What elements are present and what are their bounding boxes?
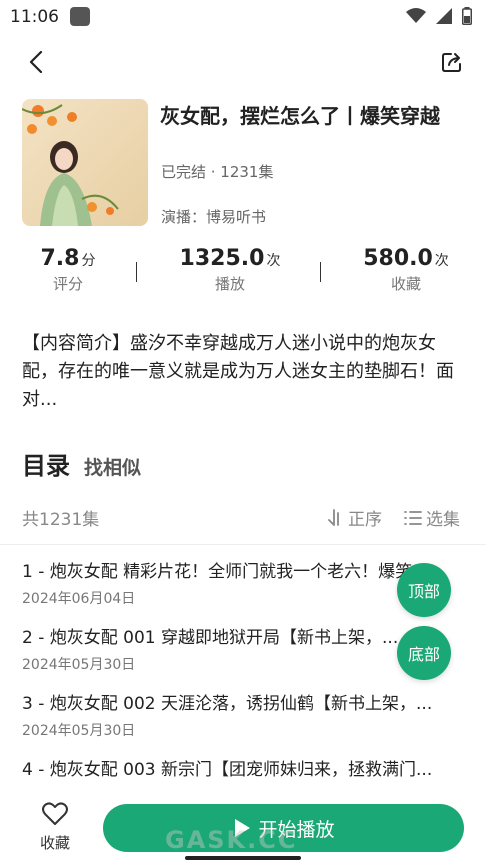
tab-similar[interactable]: 找相似 (84, 453, 141, 480)
book-cover-image (22, 99, 148, 226)
episode-title: 2 - 炮灰女配 001 穿越即地狱开局【新书上架，... (22, 628, 399, 648)
scroll-top-button[interactable]: 顶部 (397, 563, 451, 617)
episode-date: 2024年05月30日 (22, 723, 136, 739)
episode-item[interactable]: 3 - 炮灰女配 002 天涯沦落，诱拐仙鹤【新书上架，... 2024年05月… (22, 692, 466, 758)
episode-title: 4 - 炮灰女配 003 新宗门【团宠师妹归来，拯救满门... (22, 760, 433, 780)
top-bar (0, 40, 486, 84)
book-stats: 7.8 分 评分 1325.0 次 播放 580.0 次 收藏 (0, 246, 486, 298)
tab-catalog[interactable]: 目录 (22, 446, 70, 481)
back-button[interactable] (20, 46, 52, 78)
list-icon (404, 510, 422, 525)
status-bar: 11:06 (0, 0, 486, 34)
chevron-left-icon (29, 51, 43, 73)
wifi-icon (406, 8, 426, 23)
stat-favorites-unit: 次 (434, 253, 449, 269)
stat-rating-unit: 分 (81, 253, 96, 269)
select-episodes-button[interactable]: 选集 (404, 505, 460, 530)
episode-title: 1 - 炮灰女配 精彩片花！全师门就我一个老六！爆笑... (22, 562, 429, 582)
select-label: 选集 (426, 510, 460, 530)
stat-plays-value: 1325.0 (179, 246, 265, 271)
gesture-nav-bar[interactable] (185, 856, 301, 860)
sort-label: 正序 (348, 510, 382, 530)
episode-count: 共1231集 (22, 510, 100, 530)
episode-list-header: 共1231集 正序 选集 (22, 505, 466, 531)
stat-plays-unit: 次 (266, 253, 281, 269)
watermark: GASK.CC (165, 826, 298, 854)
stat-plays-label: 播放 (214, 275, 245, 293)
share-button[interactable] (436, 46, 468, 78)
battery-icon (462, 7, 472, 25)
notification-app-icon (70, 7, 90, 26)
catalog-tabs: 目录 找相似 (22, 446, 141, 482)
stat-divider (320, 262, 321, 282)
scroll-bottom-button[interactable]: 底部 (397, 626, 451, 680)
signal-icon (436, 8, 452, 24)
stat-divider (136, 262, 137, 282)
favorite-label: 收藏 (39, 834, 70, 852)
episode-title: 3 - 炮灰女配 002 天涯沦落，诱拐仙鹤【新书上架，... (22, 694, 433, 714)
stat-rating: 7.8 分 评分 (0, 246, 148, 294)
share-icon (442, 53, 461, 72)
status-icons (406, 7, 472, 25)
status-time: 11:06 (10, 7, 59, 27)
divider (0, 544, 486, 545)
stat-rating-value: 7.8 (40, 246, 80, 271)
stat-favorites: 580.0 次 收藏 (326, 246, 486, 294)
favorite-button[interactable]: 收藏 (30, 802, 80, 854)
stat-rating-label: 评分 (52, 275, 83, 293)
book-cover[interactable] (22, 99, 148, 226)
book-intro[interactable]: 【内容简介】盛汐不幸穿越成万人迷小说中的炮灰女配，存在的唯一意义就是成为万人迷女… (22, 330, 466, 414)
stat-favorites-value: 580.0 (363, 246, 433, 271)
stat-favorites-label: 收藏 (390, 275, 421, 293)
sort-icon (328, 508, 339, 526)
heart-icon (42, 802, 68, 825)
stat-plays: 1325.0 次 播放 (150, 246, 310, 294)
book-status: 已完结 · 1231集 (161, 163, 274, 181)
sort-button[interactable]: 正序 (328, 505, 382, 530)
book-narrator: 演播：博易听书 (161, 208, 267, 226)
book-title: 灰女配，摆烂怎么了丨爆笑穿越 (160, 104, 440, 128)
